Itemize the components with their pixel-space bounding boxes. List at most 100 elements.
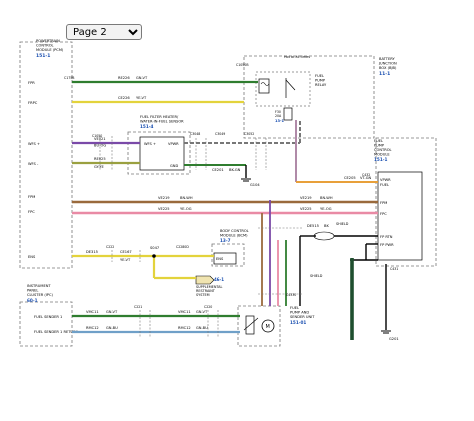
wire-frpc: CE226 YE-VT [72,96,244,104]
svg-text:SYSTEM: SYSTEM [196,293,210,297]
svg-text:CE201: CE201 [212,168,224,172]
pcm-pin-wfs-plus: WFS + [28,142,40,146]
srs-reference: 46-1 SUPPLEMENTAL RESTRAINT SYSTEM [195,275,224,297]
fuel-pump-relay: FUEL PUMP RELAY [255,71,327,107]
svg-text:VMC11: VMC11 [178,310,191,314]
svg-text:YE-VT: YE-VT [136,96,147,100]
pcm-ref: 151-1 [36,53,50,59]
pcm-pin-frpc: FRPC [28,101,38,105]
svg-text:BN-WH: BN-WH [180,196,193,200]
svg-text:C1050B: C1050B [236,63,249,67]
svg-text:VE219: VE219 [158,196,170,200]
fuel-pump-sender-unit: M FUEL PUMP AND SENDER UNIT 151-01 [237,305,315,347]
wire-label: RE226 [118,76,130,80]
wire-ens: DE315 CE167 YE-VT S047 [72,246,214,280]
svg-text:GY-YE: GY-YE [94,165,104,169]
wire-fpc: VE225 YE-OG VE225 YE-OG [72,207,378,215]
svg-text:VE219: VE219 [300,196,312,200]
svg-text:YE-VT: YE-VT [120,258,131,262]
shield-twist: SHIELD SHIELD [310,222,349,278]
bjb-title: BATTERY [379,57,396,61]
svg-text:CONTROL: CONTROL [374,148,392,152]
connector-markers [99,136,302,338]
relay-note: Hot at all times [284,55,310,59]
svg-text:PUMP: PUMP [315,79,326,83]
svg-text:C432: C432 [362,173,370,177]
svg-text:DE515: DE515 [307,224,319,228]
relay-title: FUEL [315,74,324,78]
svg-text:GN-VT: GN-VT [106,310,118,314]
connector-labels: C175B C1050B C1050 C3048 C3049 C3052 C22… [64,63,398,309]
svg-text:VPWR: VPWR [168,142,179,146]
fuse-ref: 13-1 [275,119,284,123]
svg-text:RMC12: RMC12 [178,326,191,330]
svg-text:S047: S047 [150,246,159,250]
sender-title: FUEL [290,306,299,310]
svg-text:C3048: C3048 [190,132,200,136]
svg-text:M: M [266,324,270,330]
svg-text:VPWR: VPWR [380,178,391,182]
svg-text:C2280D: C2280D [176,245,189,249]
wire-fuel-sender-1: VMC11 GN-VT VMC11 GN-VT [72,310,240,318]
svg-text:FUEL SENDER 1 RETURN: FUEL SENDER 1 RETURN [34,330,79,334]
sender-ref: 151-01 [290,320,306,325]
pcm-pin-fpm: FPM [28,195,35,199]
shield-label: SHIELD [336,222,349,226]
wire-filter-vpwr [184,120,301,144]
bcm-ref: 13-7 [220,238,231,243]
svg-text:C3049: C3049 [215,132,225,136]
bcm-title: BODY CONTROL [220,229,249,233]
svg-text:PANEL: PANEL [27,289,38,293]
svg-text:FUEL SENDER 1: FUEL SENDER 1 [34,315,62,319]
svg-text:GND: GND [170,164,178,168]
wire-filter-gnd: CE201 BK-GN G104 [184,164,260,187]
ground-g201: G201 [389,337,399,341]
svg-text:MODULE (BCM): MODULE (BCM) [220,234,248,238]
svg-text:FUEL: FUEL [380,183,389,187]
svg-text:VMC11: VMC11 [86,310,99,314]
svg-text:C3052: C3052 [244,132,254,136]
wire-fp-rtn: DE515 BK [299,224,378,306]
svg-text:DE315: DE315 [86,250,98,254]
svg-text:PUMP: PUMP [374,144,385,148]
svg-text:WATER-IN-FUEL SENSOR: WATER-IN-FUEL SENSOR [140,120,184,124]
svg-text:C222: C222 [106,245,114,249]
wiring-diagram: POWERTRAIN CONTROL MODULE (PCM) 151-1 FP… [19,39,437,347]
svg-text:FP PWR: FP PWR [380,243,394,247]
svg-text:CONTROL: CONTROL [36,44,54,48]
ipc-ref: 60-1 [27,298,38,303]
fpcm-ref: 151-1 [374,157,387,162]
fuse-f30: F30 20A 13-1 [275,107,293,123]
fuel-filter-heater: FUEL FILTER HEATER/ WATER-IN-FUEL SENSOR… [127,115,191,175]
svg-text:ENS: ENS [216,257,224,261]
pcm-pin-fpc: FPC [28,210,35,214]
svg-text:BK-GN: BK-GN [229,168,241,172]
svg-text:BK: BK [324,224,329,228]
wire-fuel-sender-return: RMC12 GN-BU RMC12 GN-BU [72,326,240,334]
bjb-ref: 11-1 [379,71,390,77]
fuse-amp: 20A [275,114,282,118]
wire-sender-vertical [261,200,287,306]
svg-text:WFS +: WFS + [144,142,156,146]
wire-wfs-minus: RE025 GY-YE [72,157,140,169]
pcm-title: POWERTRAIN [36,39,60,43]
svg-text:VE225: VE225 [300,207,312,211]
filter-title: FUEL FILTER HEATER/ [140,115,179,119]
svg-text:CE226: CE226 [118,96,130,100]
svg-text:GN-BU: GN-BU [196,326,208,330]
pcm-pin-ens: ENS [28,255,36,259]
svg-text:VE225: VE225 [158,207,170,211]
svg-text:C175B: C175B [64,76,75,80]
svg-text:C221: C221 [134,305,142,309]
wire-fpm: VE219 BN-WH VE219 BN-WH [72,196,378,204]
svg-text:C1050: C1050 [92,134,102,138]
pcm-pin-wfs-minus: WFS - [28,162,39,166]
svg-text:GN-BU: GN-BU [106,326,118,330]
svg-text:GN-VT: GN-VT [136,76,148,80]
svg-text:JUNCTION: JUNCTION [378,62,397,66]
svg-text:MODULE: MODULE [374,153,390,157]
svg-text:CLUSTER (IPC): CLUSTER (IPC) [27,293,53,297]
svg-text:C4330: C4330 [286,293,296,297]
svg-text:RMC12: RMC12 [86,326,99,330]
wire-wfs-plus: VE021 BU-OG [72,137,140,148]
